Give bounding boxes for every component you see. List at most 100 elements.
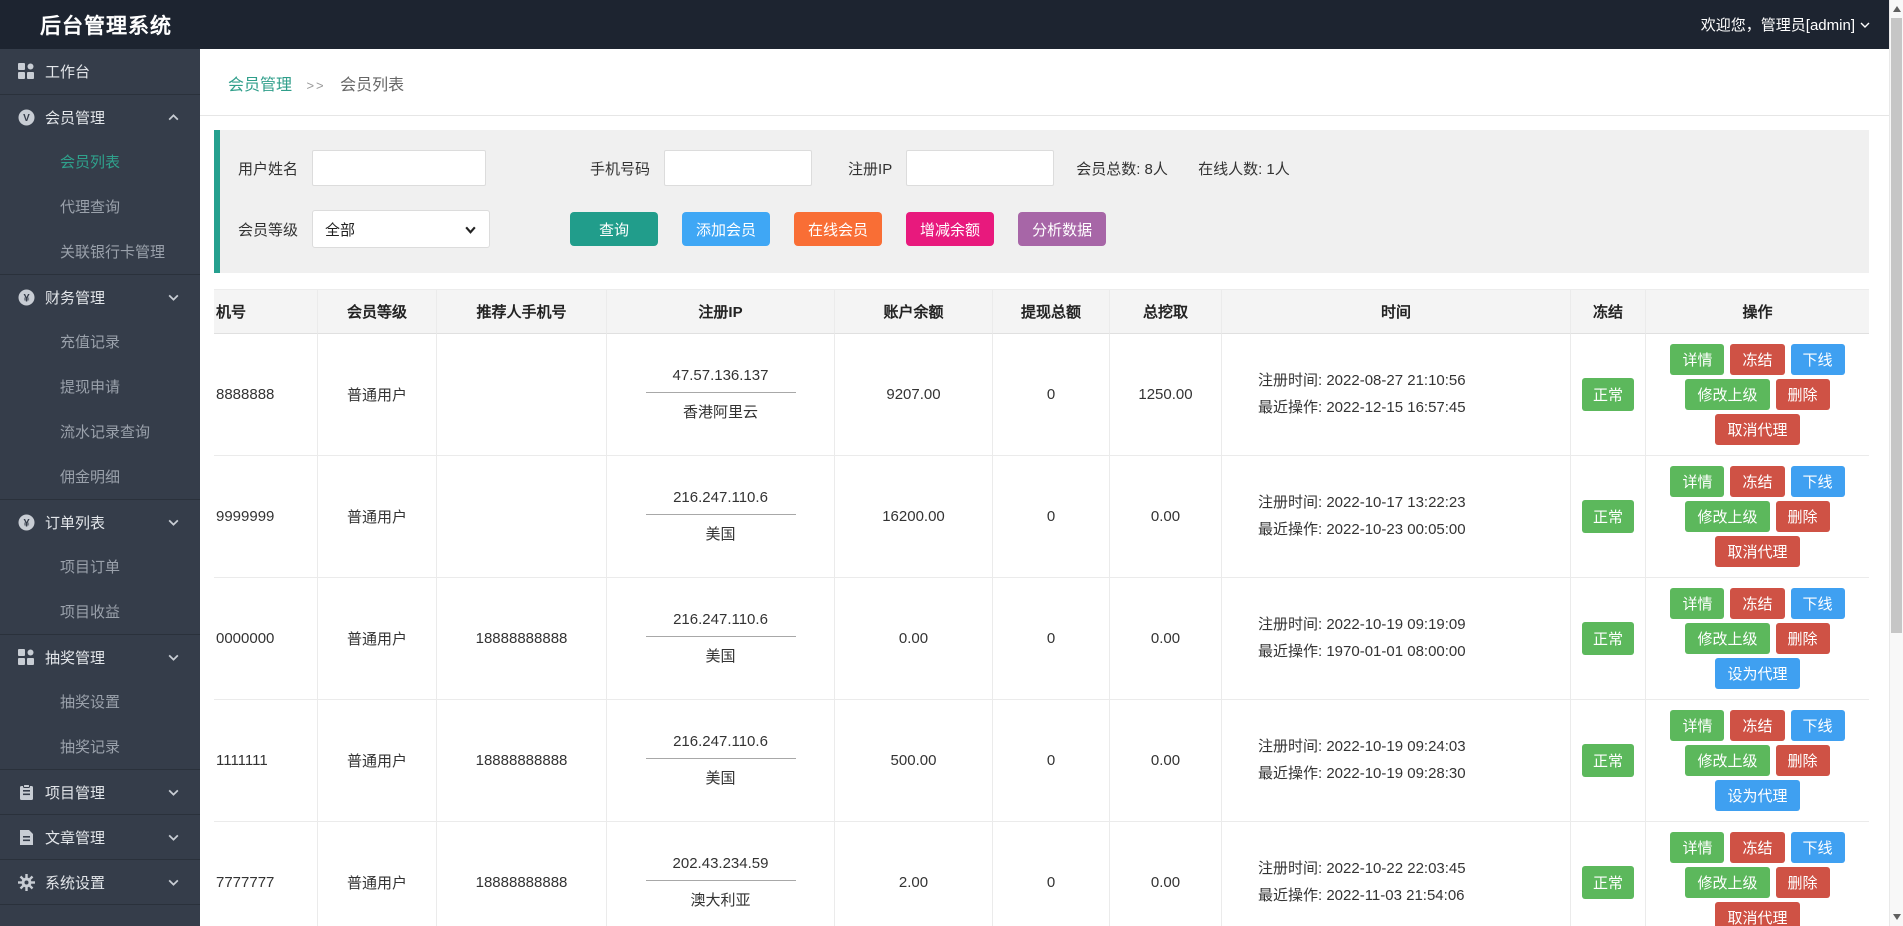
edit-parent-button[interactable]: 修改上级 [1685,379,1769,410]
adjust-balance-button[interactable]: 增减余额 [906,212,994,246]
sidebar-item-project-earnings[interactable]: 项目收益 [0,589,200,634]
sidebar-item-lottery-records[interactable]: 抽奖记录 [0,724,200,769]
cell-time: 注册时间: 2022-10-19 09:19:09最近操作: 1970-01-0… [1222,578,1571,700]
cell-actions: 详情冻结下线修改上级删除设为代理 [1646,578,1869,700]
cancel-agent-button[interactable]: 取消代理 [1715,902,1799,926]
cell-balance: 2.00 [835,822,993,926]
cell-time: 注册时间: 2022-08-27 21:10:56最近操作: 2022-12-1… [1222,334,1571,456]
chevron-down-icon [167,831,180,844]
breadcrumb-current: 会员列表 [340,77,404,94]
detail-button[interactable]: 详情 [1670,588,1724,619]
sidebar-item-recharge-records[interactable]: 充值记录 [0,319,200,364]
last-operation-time: 最近操作: 2022-11-03 21:54:06 [1258,883,1466,909]
sidebar-item-lottery-settings[interactable]: 抽奖设置 [0,679,200,724]
delete-button[interactable]: 删除 [1776,623,1830,654]
freeze-button[interactable]: 冻结 [1730,466,1784,497]
cell-mined-total: 1250.00 [1110,334,1222,456]
ip-address: 47.57.136.137 [646,367,796,393]
freeze-button[interactable]: 冻结 [1730,832,1784,863]
cell-member-level: 普通用户 [318,334,437,456]
sidebar-item-workbench[interactable]: 工作台 [0,49,200,94]
register-ip-input[interactable] [906,150,1054,186]
sidebar-item-project-orders[interactable]: 项目订单 [0,544,200,589]
detail-button[interactable]: 详情 [1670,466,1724,497]
vertical-scrollbar[interactable] [1889,0,1903,926]
column-header: 总挖取 [1110,290,1222,334]
username-label: 用户姓名 [238,158,298,179]
sidebar-item-order-list[interactable]: ¥订单列表 [0,499,200,544]
set-agent-button[interactable]: 设为代理 [1715,780,1799,811]
scroll-down-arrow-icon[interactable] [1893,914,1901,920]
register-time: 注册时间: 2022-10-19 09:19:09 [1258,612,1466,638]
sidebar-item-finance-management[interactable]: ¥财务管理 [0,274,200,319]
edit-parent-button[interactable]: 修改上级 [1685,867,1769,898]
breadcrumb-separator: >> [306,78,325,93]
online-members-button[interactable]: 在线会员 [794,212,882,246]
cell-mined-total: 0.00 [1110,822,1222,926]
phone-input[interactable] [664,150,812,186]
article-icon [18,829,35,846]
breadcrumb-parent-link[interactable]: 会员管理 [228,77,292,94]
sidebar-item-agent-query[interactable]: 代理查询 [0,184,200,229]
edit-parent-button[interactable]: 修改上级 [1685,745,1769,776]
user-menu[interactable]: 欢迎您，管理员[admin] [1701,14,1903,35]
grid-icon [18,649,35,666]
delete-button[interactable]: 删除 [1776,867,1830,898]
delete-button[interactable]: 删除 [1776,379,1830,410]
detail-button[interactable]: 详情 [1670,344,1724,375]
cell-time: 注册时间: 2022-10-19 09:24:03最近操作: 2022-10-1… [1222,700,1571,822]
welcome-text: 欢迎您，管理员[admin] [1701,14,1855,35]
freeze-button[interactable]: 冻结 [1730,588,1784,619]
cell-register-ip: 216.247.110.6美国 [607,700,835,822]
sidebar-item-member-management[interactable]: V会员管理 [0,94,200,139]
table-wrap: 机号会员等级推荐人手机号注册IP账户余额提现总额总挖取时间冻结操作8888888… [214,289,1869,926]
cell-register-ip: 202.43.234.59澳大利亚 [607,822,835,926]
sidebar-item-commission-details[interactable]: 佣金明细 [0,454,200,499]
sidebar-item-project-management[interactable]: 项目管理 [0,769,200,814]
analyze-data-button[interactable]: 分析数据 [1018,212,1106,246]
offline-button[interactable]: 下线 [1791,344,1845,375]
add-member-button[interactable]: 添加会员 [682,212,770,246]
offline-button[interactable]: 下线 [1791,710,1845,741]
member-stats: 会员总数: 8人 在线人数: 1人 [1076,158,1290,179]
cell-member-level: 普通用户 [318,822,437,926]
sidebar: 工作台V会员管理会员列表代理查询关联银行卡管理¥财务管理充值记录提现申请流水记录… [0,49,200,926]
sidebar-item-bank-card-management[interactable]: 关联银行卡管理 [0,229,200,274]
detail-button[interactable]: 详情 [1670,710,1724,741]
scrollbar-thumb[interactable] [1891,18,1902,633]
freeze-button[interactable]: 冻结 [1730,344,1784,375]
clipboard-icon [18,784,35,801]
sidebar-item-article-management[interactable]: 文章管理 [0,814,200,859]
ip-location: 澳大利亚 [646,881,796,910]
sidebar-item-lottery-management[interactable]: 抽奖管理 [0,634,200,679]
username-input[interactable] [312,150,486,186]
scroll-up-arrow-icon[interactable] [1893,6,1901,12]
chevron-down-icon [464,223,477,236]
query-button[interactable]: 查询 [570,212,658,246]
cell-freeze-status: 正常 [1571,700,1646,822]
delete-button[interactable]: 删除 [1776,745,1830,776]
chevron-down-icon [167,786,180,799]
cancel-agent-button[interactable]: 取消代理 [1715,536,1799,567]
offline-button[interactable]: 下线 [1791,588,1845,619]
offline-button[interactable]: 下线 [1791,466,1845,497]
filter-row-actions: 会员等级 全部 查询添加会员在线会员增减余额分析数据 [226,210,1869,248]
cell-actions: 详情冻结下线修改上级删除设为代理 [1646,700,1869,822]
sidebar-item-withdraw-requests[interactable]: 提现申请 [0,364,200,409]
offline-button[interactable]: 下线 [1791,832,1845,863]
delete-button[interactable]: 删除 [1776,501,1830,532]
edit-parent-button[interactable]: 修改上级 [1685,501,1769,532]
sidebar-item-transaction-query[interactable]: 流水记录查询 [0,409,200,454]
sidebar-item-label: 流水记录查询 [60,421,150,442]
cancel-agent-button[interactable]: 取消代理 [1715,414,1799,445]
edit-parent-button[interactable]: 修改上级 [1685,623,1769,654]
cell-withdraw-total: 0 [993,456,1110,578]
set-agent-button[interactable]: 设为代理 [1715,658,1799,689]
sidebar-item-member-list[interactable]: 会员列表 [0,139,200,184]
cell-referrer-phone: 18888888888 [437,700,607,822]
detail-button[interactable]: 详情 [1670,832,1724,863]
online-count: 在线人数: 1人 [1198,161,1290,178]
member-level-select[interactable]: 全部 [312,210,490,248]
freeze-button[interactable]: 冻结 [1730,710,1784,741]
sidebar-item-system-settings[interactable]: 系统设置 [0,859,200,904]
